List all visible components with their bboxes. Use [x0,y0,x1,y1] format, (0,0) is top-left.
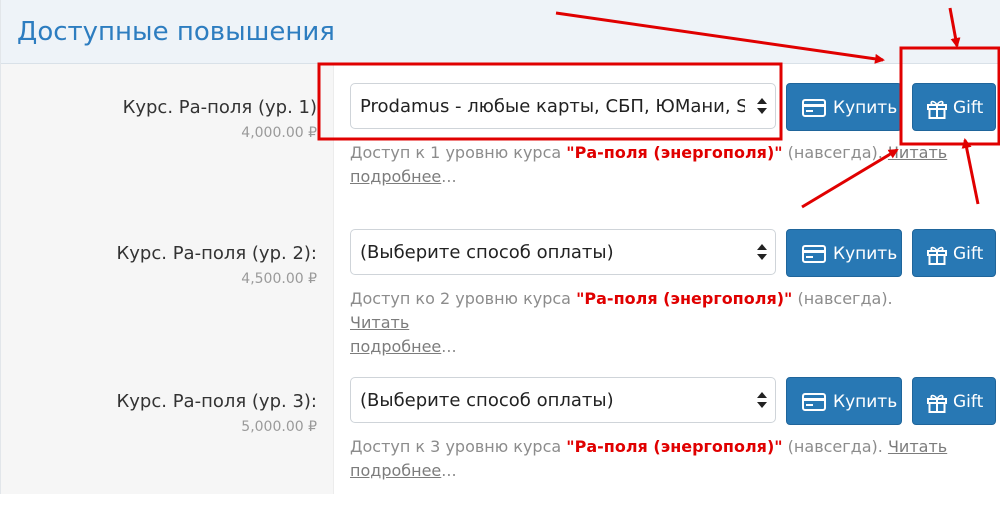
course-highlight: "Ра-поля (энергополя)" [576,289,793,308]
course-description: Доступ к 3 уровню курса "Ра-поля (энерго… [350,435,950,483]
read-more-link[interactable]: Читать [888,143,947,162]
description-suffix: (навсегда). [792,289,893,308]
course-highlight: "Ра-поля (энергополя)" [566,437,783,456]
description-text: Доступ к 3 уровню курса [350,437,567,456]
gift-button[interactable]: Gift [912,229,996,277]
course-name: Курс. Ра-поля (ур. 2): [116,243,318,264]
select-caret-icon [757,98,767,114]
course-name: Курс. Ра-поля (ур. 1) [122,97,317,118]
credit-card-icon [802,245,826,263]
credit-card-icon [802,99,826,117]
gift-icon [927,394,947,413]
panel-header: Доступные повышения [1,0,1000,64]
upgrades-panel: Доступные повышения Курс. Ра-поля (ур. 1… [0,0,1000,494]
course-price: 4,000.00 ₽ [241,125,317,141]
panel-title: Доступные повышения [17,17,335,47]
description-text: Доступ ко 2 уровню курса [350,289,577,308]
course-price: 5,000.00 ₽ [241,419,317,435]
read-more-link-cont[interactable]: подробнее [350,167,441,186]
description-text: Доступ к 1 уровню курса [350,143,567,162]
read-more-link[interactable]: Читать [888,437,947,456]
gift-button-label: Gift [953,392,984,412]
ellipsis: ... [441,167,457,186]
gift-button-label: Gift [953,98,984,118]
payment-method-select[interactable]: (Выберите способ оплаты) [350,229,776,275]
gift-icon [927,246,947,265]
payment-method-select[interactable]: Prodamus - любые карты, СБП, ЮМани, Sk [350,83,776,129]
read-more-link[interactable]: Читать [350,313,409,332]
upgrade-row-2: Курс. Ра-поля (ур. 2): 4,500.00 ₽ (Выбер… [1,229,1000,383]
gift-button[interactable]: Gift [912,377,996,425]
gift-button[interactable]: Gift [912,83,996,131]
buy-button-label: Купить [833,98,898,118]
upgrade-row-3: Курс. Ра-поля (ур. 3): 5,000.00 ₽ (Выбер… [1,377,1000,531]
buy-button-label: Купить [833,392,898,412]
description-suffix: (навсегда). [782,143,888,162]
gift-icon [927,100,947,119]
credit-card-icon [802,393,826,411]
description-suffix: (навсегда). [782,437,888,456]
gift-button-label: Gift [953,244,984,264]
course-description: Доступ ко 2 уровню курса "Ра-поля (энерг… [350,287,950,359]
payment-method-value: Prodamus - любые карты, СБП, ЮМани, Sk [360,96,745,117]
buy-button-label: Купить [833,244,898,264]
buy-button[interactable]: Купить [786,83,902,131]
ellipsis: ... [441,337,457,356]
buy-button[interactable]: Купить [786,229,902,277]
course-description: Доступ к 1 уровню курса "Ра-поля (энерго… [350,141,950,189]
ellipsis: ... [441,461,457,480]
payment-method-value: (Выберите способ оплаты) [360,242,614,263]
course-highlight: "Ра-поля (энергополя)" [566,143,783,162]
read-more-link-cont[interactable]: подробнее [350,461,441,480]
select-caret-icon [757,392,767,408]
upgrade-row-1: Курс. Ра-поля (ур. 1) 4,000.00 ₽ Prodamu… [1,83,1000,237]
payment-method-select[interactable]: (Выберите способ оплаты) [350,377,776,423]
select-caret-icon [757,244,767,260]
buy-button[interactable]: Купить [786,377,902,425]
course-price: 4,500.00 ₽ [241,271,317,287]
read-more-link-cont[interactable]: подробнее [350,337,441,356]
course-name: Курс. Ра-поля (ур. 3): [116,391,318,412]
payment-method-value: (Выберите способ оплаты) [360,390,614,411]
